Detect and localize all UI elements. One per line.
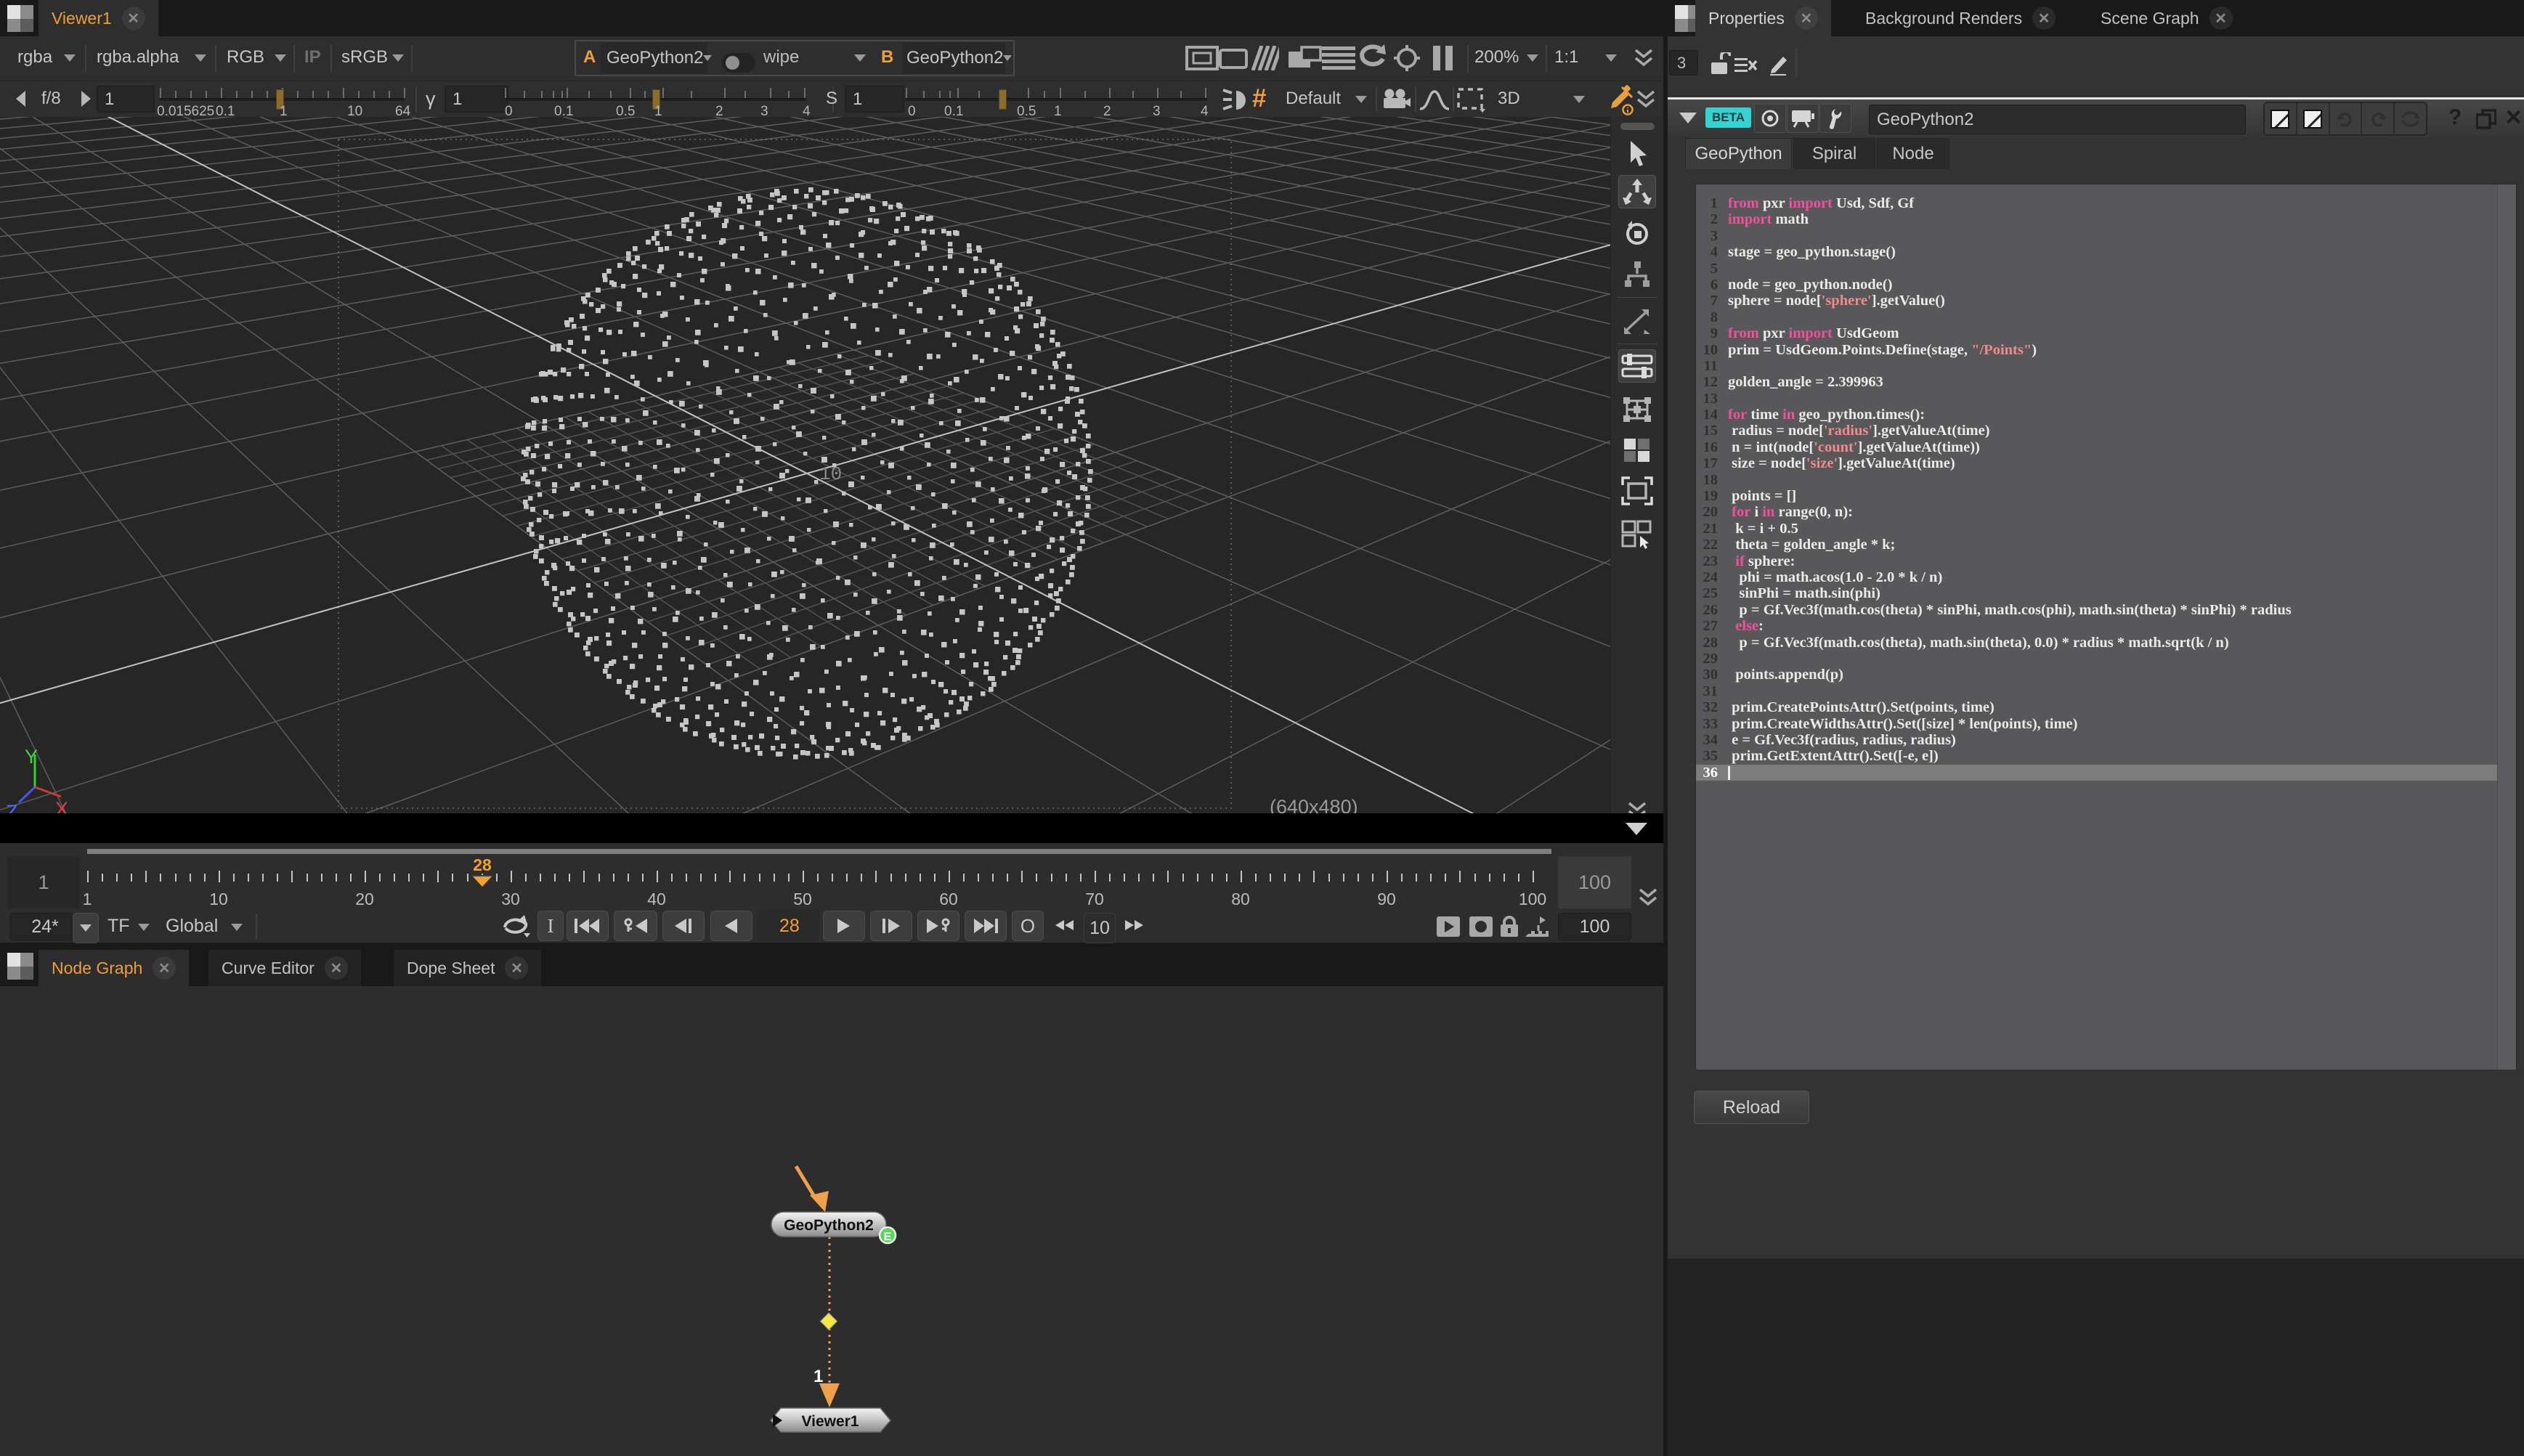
svg-text:E: E <box>884 1231 892 1243</box>
svg-text:Y: Y <box>25 746 38 768</box>
svg-text:10: 10 <box>819 463 842 485</box>
svg-text:GeoPython2: GeoPython2 <box>784 1217 874 1234</box>
svg-text:1: 1 <box>813 1367 823 1386</box>
svg-text:Z: Z <box>6 801 18 813</box>
svg-text:Viewer1: Viewer1 <box>801 1413 859 1430</box>
svg-text:(640x480): (640x480) <box>1270 796 1358 813</box>
svg-text:X: X <box>55 798 68 813</box>
